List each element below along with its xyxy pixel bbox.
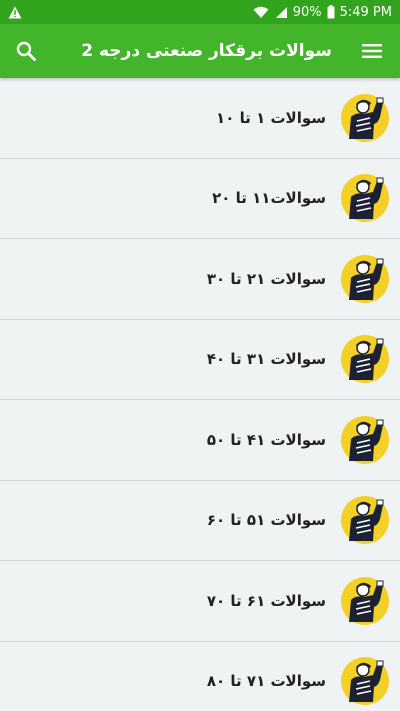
list-item[interactable]: سوالات۱۱ تا ۲۰ — [0, 159, 400, 239]
search-button[interactable] — [12, 37, 40, 65]
clock: 5:49 PM — [339, 4, 392, 20]
electrician-icon — [341, 657, 389, 706]
list-item-label: سوالات ۲۱ تا ۳۰ — [206, 269, 326, 288]
menu-icon — [362, 44, 382, 58]
electrician-icon — [341, 254, 389, 303]
list-item-label: سوالات ۵۱ تا ۶۰ — [206, 511, 326, 530]
list-item[interactable]: سوالات ۵۱ تا ۶۰ — [0, 481, 400, 561]
list-item[interactable]: سوالات ۱ تا ۱۰ — [0, 78, 400, 159]
list-item[interactable]: سوالات ۳۱ تا ۴۰ — [0, 320, 400, 400]
list-item-label: سوالات ۶۱ تا ۷۰ — [206, 591, 326, 610]
list-item[interactable]: سوالات ۲۱ تا ۳۰ — [0, 239, 400, 320]
search-icon — [16, 41, 36, 61]
list-item-label: سوالات ۴۱ تا ۵۰ — [206, 430, 326, 449]
status-bar: 90% 5:49 PM — [0, 0, 400, 24]
list-item[interactable]: سوالات ۶۱ تا ۷۰ — [0, 561, 400, 642]
electrician-icon — [341, 93, 389, 142]
electrician-icon — [341, 174, 389, 223]
signal-icon — [275, 6, 287, 18]
list-item[interactable]: سوالات ۷۱ تا ۸۰ — [0, 642, 400, 711]
list-item-label: سوالات ۷۱ تا ۸۰ — [206, 672, 326, 691]
page-title: سوالات برقکار صنعتی درجه 2 — [81, 41, 332, 61]
question-list: سوالات ۱ تا ۱۰ سوالات۱۱ تا ۲۰ سوالات ۲۱ … — [0, 78, 400, 711]
electrician-icon — [341, 415, 389, 464]
electrician-icon — [341, 576, 389, 625]
list-item-label: سوالات ۱ تا ۱۰ — [216, 108, 326, 127]
electrician-icon — [341, 496, 389, 545]
app-bar: سوالات برقکار صنعتی درجه 2 — [0, 24, 400, 78]
list-item-label: سوالات ۳۱ تا ۴۰ — [206, 350, 326, 369]
warning-icon — [8, 6, 22, 18]
electrician-icon — [341, 335, 389, 384]
menu-button[interactable] — [358, 37, 386, 65]
list-item[interactable]: سوالات ۴۱ تا ۵۰ — [0, 400, 400, 481]
battery-icon — [327, 5, 335, 19]
battery-percent: 90% — [292, 4, 322, 20]
wifi-icon — [253, 6, 269, 18]
list-item-label: سوالات۱۱ تا ۲۰ — [212, 189, 326, 208]
